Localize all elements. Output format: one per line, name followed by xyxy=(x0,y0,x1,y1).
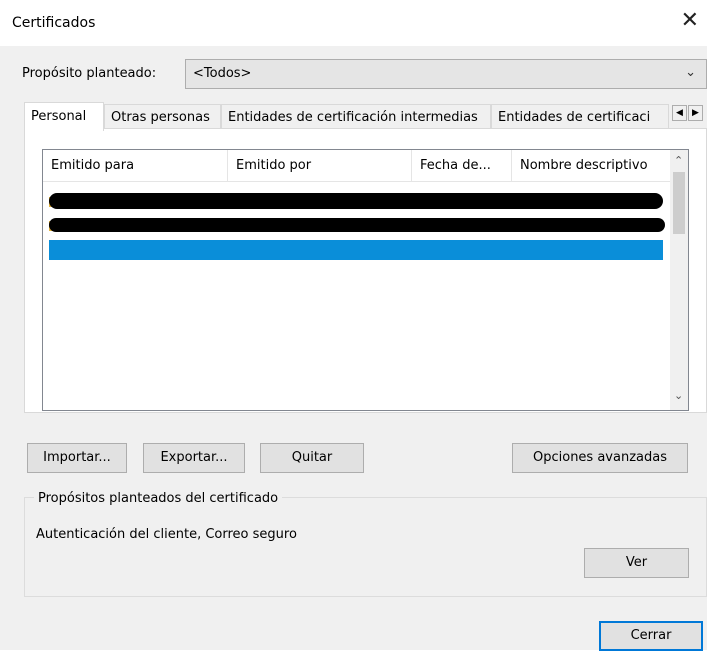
purpose-selected-value: <Todos> xyxy=(193,66,252,81)
scroll-thumb[interactable] xyxy=(673,172,685,234)
tab-scroll-right-icon[interactable]: ▶ xyxy=(688,105,703,121)
tab-root-cas[interactable]: Entidades de certificaci xyxy=(491,104,669,130)
window-title: Certificados xyxy=(12,15,96,31)
table-row[interactable] xyxy=(47,216,667,236)
column-friendly-name[interactable]: Nombre descriptivo xyxy=(512,150,671,182)
redacted-row-content xyxy=(49,218,665,232)
tab-personal[interactable]: Personal xyxy=(24,102,104,131)
scroll-up-icon[interactable]: ⌃ xyxy=(674,154,683,167)
remove-button[interactable]: Quitar xyxy=(260,443,364,473)
purpose-label: Propósito planteado: xyxy=(22,66,157,81)
table-row-selected[interactable] xyxy=(47,238,667,260)
certificate-purposes-text: Autenticación del cliente, Correo seguro xyxy=(36,527,297,542)
chevron-down-icon: ⌄ xyxy=(685,65,696,80)
certificates-dialog: Certificados ✕ Propósito planteado: <Tod… xyxy=(0,0,707,651)
column-issued-to[interactable]: Emitido para xyxy=(43,150,228,182)
purpose-dropdown[interactable]: <Todos> ⌄ xyxy=(185,59,707,89)
tab-panel-personal: Emitido para Emitido por Fecha de... Nom… xyxy=(24,128,707,413)
list-vertical-scrollbar[interactable]: ⌃ ⌄ xyxy=(670,150,688,410)
list-header: Emitido para Emitido por Fecha de... Nom… xyxy=(43,150,671,182)
tab-intermediate-cas[interactable]: Entidades de certificación intermedias xyxy=(221,104,491,130)
column-issued-by[interactable]: Emitido por xyxy=(228,150,412,182)
view-button[interactable]: Ver xyxy=(584,548,689,578)
export-button[interactable]: Exportar... xyxy=(143,443,245,473)
group-title: Propósitos planteados del certificado xyxy=(34,491,283,506)
import-button[interactable]: Importar... xyxy=(27,443,127,473)
tab-other-people[interactable]: Otras personas xyxy=(104,104,221,130)
redacted-row-content xyxy=(49,193,663,209)
certificate-purposes-group xyxy=(24,497,707,597)
title-bar: Certificados ✕ xyxy=(0,0,707,46)
table-row[interactable] xyxy=(47,192,667,212)
scroll-down-icon[interactable]: ⌄ xyxy=(674,389,683,402)
column-expiration-date[interactable]: Fecha de... xyxy=(412,150,512,182)
close-icon[interactable]: ✕ xyxy=(681,10,699,32)
tab-scroll-left-icon[interactable]: ◀ xyxy=(672,105,687,121)
tab-strip: Personal Otras personas Entidades de cer… xyxy=(24,102,707,131)
close-button[interactable]: Cerrar xyxy=(599,621,703,651)
redacted-row-content xyxy=(49,240,663,260)
certificate-list[interactable]: Emitido para Emitido por Fecha de... Nom… xyxy=(42,149,689,411)
advanced-options-button[interactable]: Opciones avanzadas xyxy=(512,443,688,473)
